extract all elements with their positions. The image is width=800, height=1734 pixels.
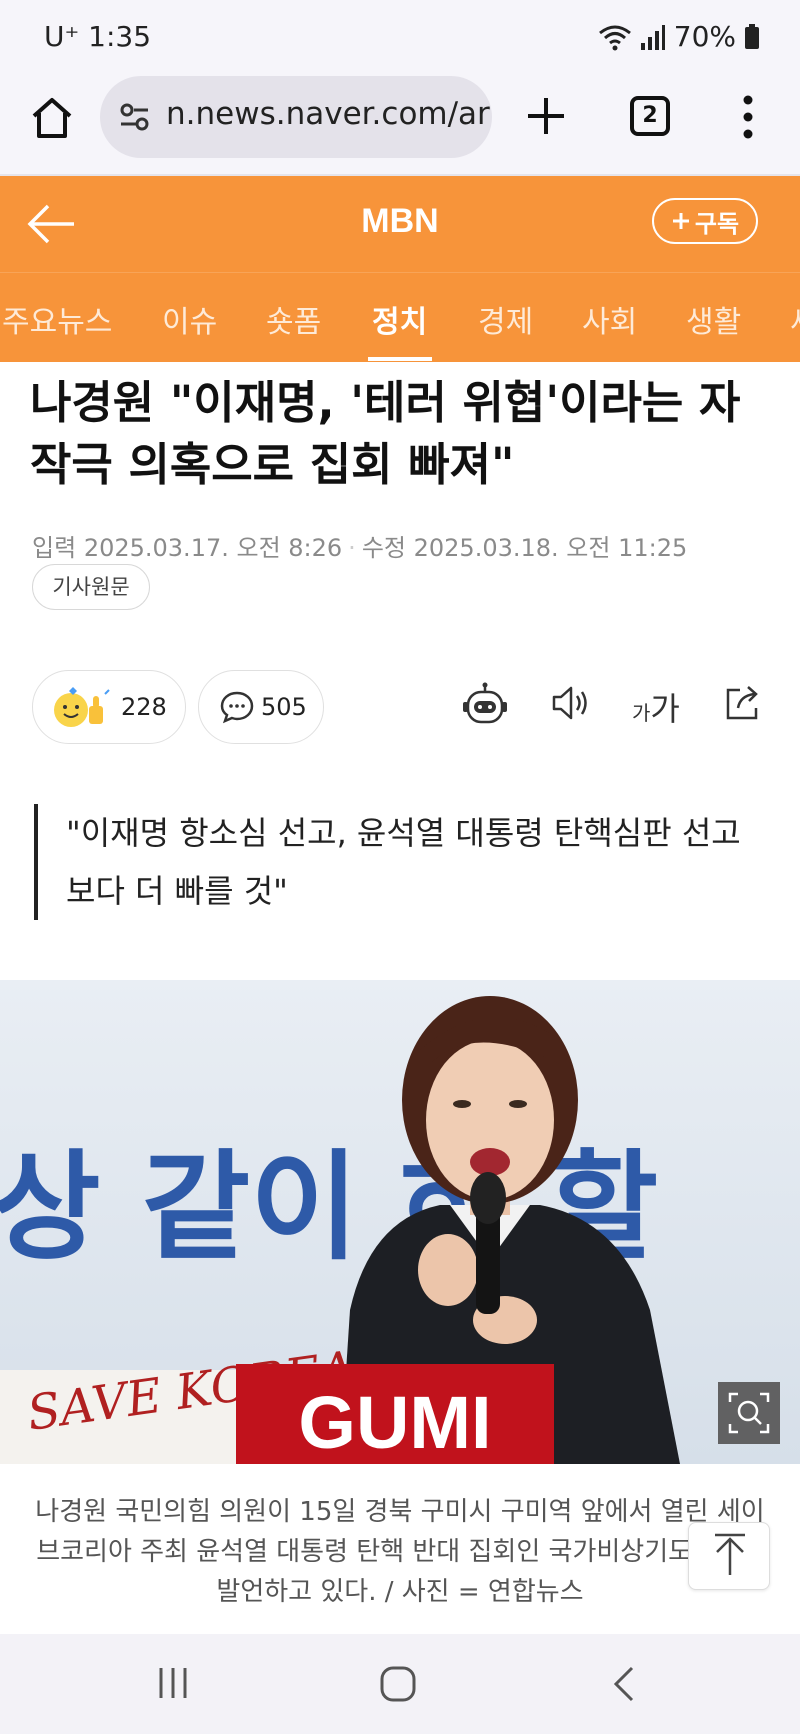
tab-issue[interactable]: 이슈 [162,297,217,341]
tab-society[interactable]: 사회 [582,297,637,341]
active-tab-indicator [368,357,432,361]
arrow-up-icon [715,1533,745,1575]
comment-count: 505 [261,693,307,721]
category-nav: 주요뉴스 이슈 숏폼 정치 경제 사회 생활 세 [0,272,800,362]
site-settings-icon[interactable] [118,100,152,134]
comment-button[interactable]: 505 [198,670,324,744]
tab-politics[interactable]: 정치 [372,297,427,341]
home-nav-icon[interactable] [378,1664,418,1704]
reaction-button[interactable]: 228 [32,670,186,744]
podium-text: GUMI [298,1381,491,1464]
tab-main-news[interactable]: 주요뉴스 [2,297,112,341]
photo-illustration: 상 같이 하 할 SAVE KOREA GUMI [0,980,800,1464]
signal-icon [640,24,665,50]
share-icon[interactable] [722,682,764,724]
photo-zoom-icon[interactable] [718,1382,780,1444]
battery-percent: 70% [673,20,736,53]
speaker-icon[interactable] [550,682,592,724]
system-nav-bar [0,1634,800,1734]
font-size-large-label: 가 [650,690,680,728]
recent-apps-icon[interactable] [156,1666,190,1700]
address-bar[interactable]: n.news.naver.com/ar [100,76,492,158]
input-label: 입력 [32,534,77,562]
tab-shorts[interactable]: 숏폼 [266,297,321,341]
battery-icon [745,23,759,49]
tab-world[interactable]: 세 [790,297,800,341]
wifi-icon [598,25,631,50]
more-vert-icon[interactable] [740,94,756,140]
ai-summary-bot-icon[interactable] [462,682,508,730]
status-icons: 70% [598,20,760,53]
status-bar: U⁺ 1:35 70% [0,0,800,72]
url-text: n.news.naver.com/ar [166,96,490,132]
font-size-button[interactable]: 가가 [632,684,680,730]
like-count: 228 [121,693,167,721]
scroll-to-top-button[interactable] [688,1522,770,1590]
tab-economy[interactable]: 경제 [478,297,533,341]
article-headline: 나경원 "이재명, '테러 위협'이라는 자작극 의혹으로 집회 빠져" [30,376,741,491]
font-size-small-label: 가 [632,701,651,725]
article-dateline: 입력 2025.03.17. 오전 8:26 · 수정 2025.03.18. 오전… [32,534,688,562]
carrier-time: U⁺ 1:35 [44,20,152,53]
edit-date: 2025.03.18. 오전 11:25 [413,534,688,562]
subscribe-button[interactable]: 구독 [652,198,758,244]
tabs-button[interactable]: 2 [630,96,670,136]
plus-icon [672,213,689,229]
photo-caption: 나경원 국민의힘 의원이 15일 경북 구미시 구미역 앞에서 열린 세이브코리… [35,1497,765,1607]
back-nav-icon[interactable] [612,1664,636,1704]
home-icon[interactable] [28,94,76,142]
input-date: 2025.03.17. 오전 8:26 [83,534,343,562]
edit-label: 수정 [361,534,406,562]
press-header: MBN 구독 [0,176,800,272]
plus-icon[interactable] [524,94,568,138]
comment-icon [220,691,254,724]
original-article-button[interactable]: 기사원문 [32,564,150,610]
article-subtitle: "이재명 항소심 선고, 윤석열 대통령 탄핵심판 선고보다 더 빠를 것" [34,804,754,920]
reaction-emoji-icon [54,687,110,727]
subscribe-label: 구독 [694,209,740,238]
article-photo[interactable]: 상 같이 하 할 SAVE KOREA GUMI [0,980,800,1464]
browser-toolbar: n.news.naver.com/ar 2 [0,72,800,176]
tab-life[interactable]: 생활 [686,297,741,341]
